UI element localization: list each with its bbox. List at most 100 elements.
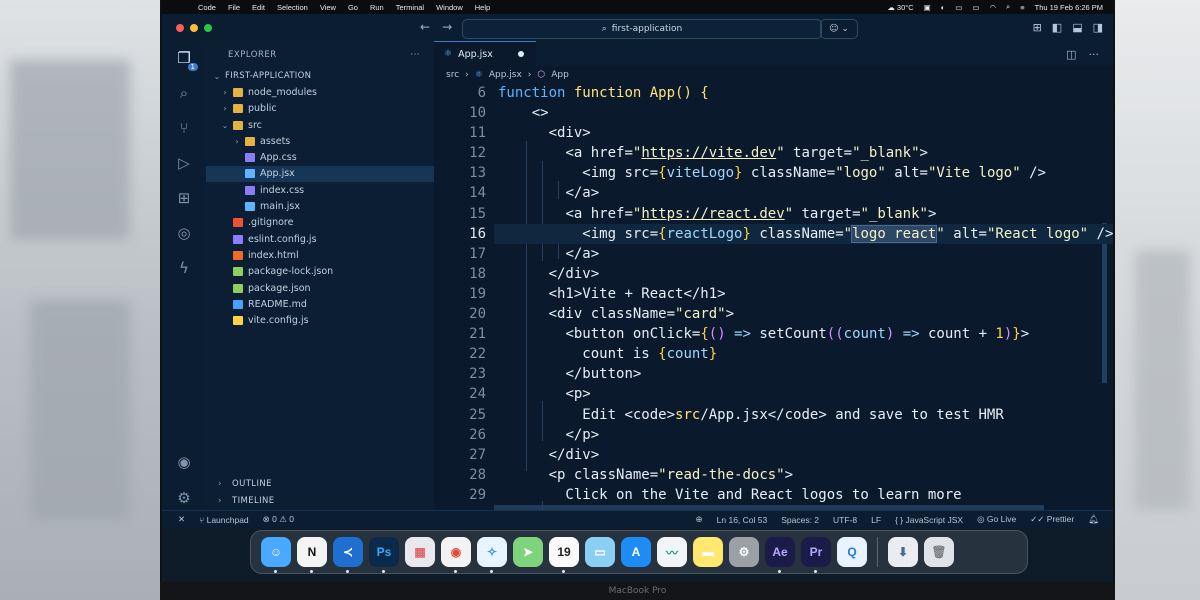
timeline-section[interactable]: › TIMELINE — [206, 493, 446, 509]
dock-app-notes[interactable]: ▬ — [693, 537, 723, 567]
line-number[interactable]: 13 — [434, 165, 486, 181]
tree-item[interactable]: main.jsx — [206, 198, 434, 214]
menu-file[interactable]: File — [228, 3, 240, 12]
notifications-icon[interactable]: 🔔︎ — [1088, 514, 1099, 525]
line-number[interactable]: 15 — [434, 206, 486, 222]
line-number[interactable]: 25 — [434, 407, 486, 423]
code-line[interactable]: </a> — [498, 185, 599, 201]
run-debug-icon[interactable]: ▷ — [174, 153, 194, 173]
dock-app-aftereffects[interactable]: Ae — [765, 537, 795, 573]
go-live-button[interactable]: ◎ Go Live — [977, 514, 1016, 525]
menu-run[interactable]: Run — [370, 3, 384, 12]
sticky-scroll-line[interactable]: function function App() { — [498, 85, 709, 101]
split-editor-icon[interactable]: ◫ — [1066, 48, 1076, 61]
language-mode[interactable]: { } JavaScript JSX — [895, 515, 963, 525]
menubar-clock[interactable]: Thu 19 Feb 6:26 PM — [1035, 3, 1103, 12]
wifi-icon[interactable]: ◠ — [989, 3, 996, 12]
menu-view[interactable]: View — [320, 3, 336, 12]
command-center-search[interactable]: ⌕ first-application — [462, 19, 822, 39]
dock-app-finder[interactable]: ☺ — [261, 537, 291, 573]
dock-app-freeform[interactable]: 〰 — [657, 537, 687, 567]
breadcrumb-item[interactable]: App.jsx — [489, 70, 522, 80]
line-number[interactable]: 24 — [434, 386, 486, 402]
tree-item[interactable]: package-lock.json — [206, 264, 434, 280]
gear-icon[interactable]: ⚙ — [174, 488, 194, 508]
tree-item[interactable]: package.json — [206, 280, 434, 296]
dock-app-safari[interactable]: ✧ — [477, 537, 507, 573]
outline-section[interactable]: › OUTLINE — [206, 476, 446, 492]
dock-app-quicktime[interactable]: Q — [837, 537, 867, 567]
tree-item[interactable]: index.css — [206, 182, 434, 198]
menu-terminal[interactable]: Terminal — [396, 3, 424, 12]
line-number[interactable]: 27 — [434, 447, 486, 463]
zoom-window-button[interactable] — [204, 24, 212, 32]
toggle-secondary-sidebar-icon[interactable]: ◨ — [1093, 21, 1103, 34]
code-line[interactable]: <img src={reactLogo} className="logo rea… — [498, 224, 1113, 243]
control-center-icon[interactable]: ≡ — [1020, 3, 1024, 12]
tab-app-jsx[interactable]: ⚛ App.jsx — [434, 41, 536, 66]
toggle-panel-icon[interactable]: ⬓ — [1072, 21, 1082, 34]
tree-item[interactable]: README.md — [206, 296, 434, 312]
line-number[interactable]: 11 — [434, 125, 486, 141]
line-number[interactable]: 23 — [434, 366, 486, 382]
unsaved-dot-icon[interactable] — [518, 51, 524, 57]
line-number[interactable]: 12 — [434, 145, 486, 161]
code-line[interactable]: <button onClick={() => setCount((count) … — [498, 326, 1029, 342]
remote-indicator-icon[interactable]: ✕ — [178, 514, 185, 525]
line-number[interactable]: 10 — [434, 105, 486, 121]
line-number[interactable]: 29 — [434, 487, 486, 503]
source-control-icon[interactable]: ⑂ — [174, 118, 194, 138]
tree-item[interactable]: App.css — [206, 149, 434, 165]
breadcrumb-item[interactable]: App — [551, 70, 569, 80]
code-line[interactable]: </button> — [498, 366, 641, 382]
code-line[interactable]: <h1>Vite + React</h1> — [498, 286, 726, 302]
menu-help[interactable]: Help — [475, 3, 490, 12]
code-line[interactable]: <p> — [498, 386, 590, 402]
account-icon[interactable]: ◉ — [174, 452, 194, 472]
code-line[interactable]: <a href="https://react.dev" target="_bla… — [498, 206, 936, 222]
code-line[interactable]: Click on the Vite and React logos to lea… — [498, 487, 961, 503]
close-window-button[interactable] — [176, 24, 184, 32]
minimize-window-button[interactable] — [190, 24, 198, 32]
encoding[interactable]: UTF-8 — [833, 515, 857, 525]
dock-app-downloads[interactable]: ⬇ — [888, 537, 918, 567]
menubar-status-icon[interactable]: ◐ — [941, 3, 946, 12]
code-line[interactable]: Edit <code>src/App.jsx</code> and save t… — [498, 407, 1004, 423]
copilot-button[interactable]: ☺ ⌄ — [820, 19, 858, 39]
remote-explorer-icon[interactable]: ◎ — [174, 223, 194, 243]
tree-item[interactable]: App.jsx — [206, 165, 434, 183]
dock-app-settings[interactable]: ⚙ — [729, 537, 759, 567]
zoom-icon[interactable]: ⊕ — [696, 514, 703, 525]
back-arrow-icon[interactable]: ← — [420, 20, 430, 34]
dock-app-messages[interactable]: ▭ — [585, 537, 615, 567]
code-editor[interactable]: 6 function function App() { 10 <> 11 <div… — [434, 83, 1113, 510]
more-actions-icon[interactable]: ··· — [410, 50, 420, 60]
menubar-status-icon[interactable]: ▣ — [924, 3, 931, 12]
code-line[interactable]: <img src={viteLogo} className="logo" alt… — [498, 165, 1046, 181]
weather-status[interactable]: ☁ 30°C — [887, 3, 913, 12]
tree-item[interactable]: › node_modules — [206, 84, 434, 100]
problems-status[interactable]: ⊗ 0 ⚠ 0 — [263, 514, 294, 525]
toggle-sidebar-icon[interactable]: ◧ — [1052, 21, 1062, 34]
dock-app-chrome[interactable]: ◉ — [441, 537, 471, 573]
extensions-icon[interactable]: ⊞ — [174, 188, 194, 208]
code-line[interactable]: <a href="https://vite.dev" target="_blan… — [498, 145, 928, 161]
line-number[interactable]: 17 — [434, 246, 486, 262]
code-line[interactable]: </div> — [498, 447, 600, 463]
line-number[interactable]: 26 — [434, 427, 486, 443]
menubar-status-icon[interactable]: ▭ — [955, 3, 962, 12]
code-line[interactable]: <p className="read-the-docs"> — [498, 467, 793, 483]
tree-item[interactable]: eslint.config.js — [206, 231, 434, 247]
code-line[interactable]: count is {count} — [498, 346, 717, 362]
code-line[interactable]: <div> — [498, 125, 591, 141]
line-number[interactable]: 18 — [434, 266, 486, 282]
tree-item[interactable]: ⌄ src — [206, 117, 434, 133]
search-icon[interactable]: ⌕ — [174, 83, 194, 103]
lightning-icon[interactable]: ϟ — [174, 258, 194, 278]
indentation[interactable]: Spaces: 2 — [781, 515, 819, 525]
dock-app-appstore[interactable]: A — [621, 537, 651, 567]
menu-code[interactable]: Code — [198, 3, 216, 12]
tree-item[interactable]: vite.config.js — [206, 312, 434, 328]
forward-arrow-icon[interactable]: → — [442, 20, 452, 34]
dock-app-notion[interactable]: N — [297, 537, 327, 573]
